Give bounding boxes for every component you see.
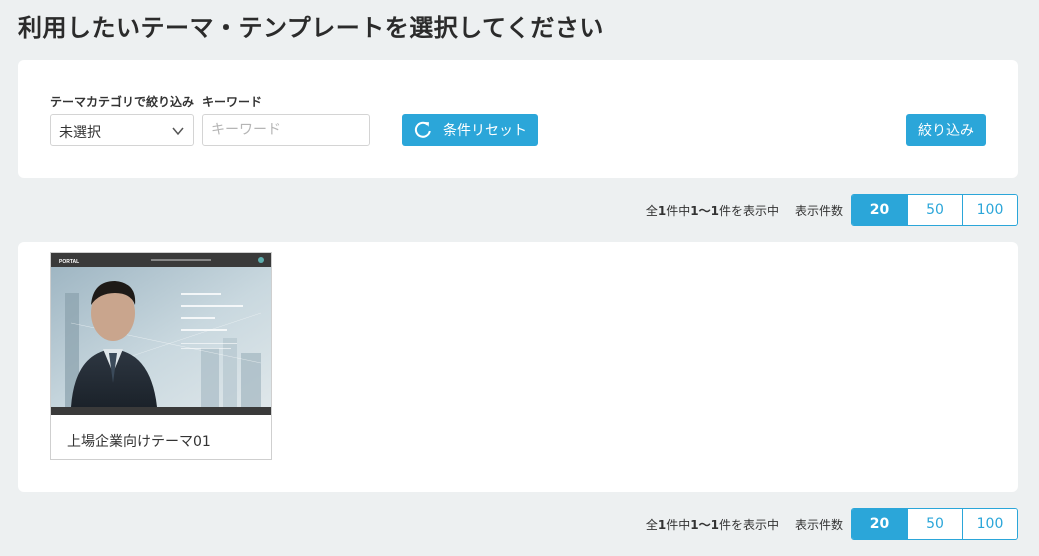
- reset-button-label: 条件リセット: [443, 123, 527, 139]
- filter-button[interactable]: 絞り込み: [906, 114, 986, 146]
- filter-panel: テーマカテゴリで絞り込み キーワード 未選択 条件リセット 絞り込み: [18, 60, 1018, 178]
- reset-button[interactable]: 条件リセット: [402, 114, 538, 146]
- results-panel: PORTAL 上場企業向けテーマ01: [18, 242, 1018, 492]
- category-select[interactable]: 未選択: [50, 114, 194, 146]
- page-size-20[interactable]: 20: [852, 195, 907, 225]
- theme-thumbnail: PORTAL: [51, 253, 271, 415]
- pagination-top: 全1件中1〜1件を表示中 表示件数 20 50 100: [646, 194, 1018, 226]
- page-size-100[interactable]: 100: [962, 509, 1017, 539]
- keyword-label: キーワード: [202, 95, 263, 109]
- page-size-100[interactable]: 100: [962, 195, 1017, 225]
- theme-name: 上場企業向けテーマ01: [67, 434, 211, 450]
- theme-card[interactable]: PORTAL 上場企業向けテーマ01: [50, 252, 272, 460]
- chevron-down-icon: [172, 127, 184, 136]
- category-label: テーマカテゴリで絞り込み: [50, 95, 195, 109]
- page-size-selector: 20 50 100: [851, 194, 1018, 226]
- keyword-input[interactable]: [202, 114, 370, 146]
- thumbnail-brand: PORTAL: [59, 259, 79, 265]
- result-count: 全1件中1〜1件を表示中: [645, 517, 779, 532]
- category-select-value: 未選択: [59, 125, 101, 141]
- result-count: 全1件中1〜1件を表示中: [645, 203, 779, 218]
- page-size-50[interactable]: 50: [907, 195, 962, 225]
- page-size-selector: 20 50 100: [851, 508, 1018, 540]
- pagination-bottom: 全1件中1〜1件を表示中 表示件数 20 50 100: [646, 508, 1018, 540]
- page-size-50[interactable]: 50: [907, 509, 962, 539]
- theme-preview-image: PORTAL: [51, 253, 271, 415]
- per-page-label: 表示件数: [794, 203, 843, 218]
- per-page-label: 表示件数: [794, 517, 843, 532]
- page-title: 利用したいテーマ・テンプレートを選択してください: [18, 14, 604, 42]
- refresh-icon: [414, 121, 431, 138]
- filter-button-label: 絞り込み: [918, 123, 974, 139]
- page-size-20[interactable]: 20: [852, 509, 907, 539]
